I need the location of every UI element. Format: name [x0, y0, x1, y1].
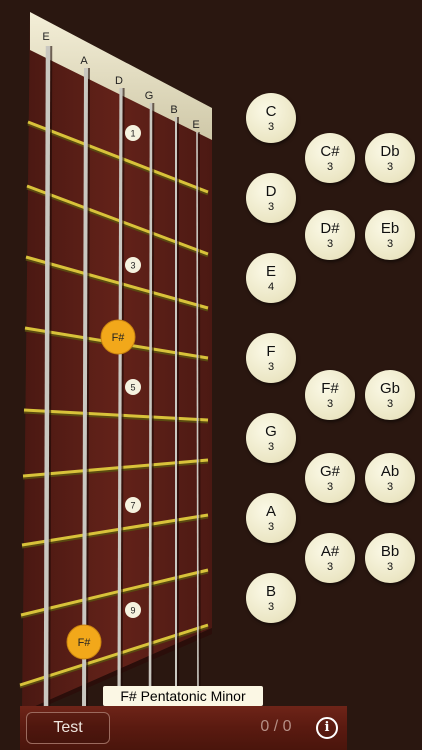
note-button[interactable]: B3 [246, 573, 296, 623]
highlighted-note-label: F# [78, 637, 92, 649]
note-button[interactable]: A# 3 [305, 533, 355, 583]
note-octave: 3 [267, 600, 275, 613]
note-name: G# [319, 462, 340, 480]
note-octave: 3 [326, 560, 334, 573]
note-name: C# [320, 142, 340, 160]
bottom-toolbar: Test 0 / 0 i [20, 706, 347, 750]
note-button[interactable]: Eb 3 [365, 210, 415, 260]
fret-number-label: 9 [130, 606, 135, 616]
string-name-label: B [170, 104, 177, 116]
note-button[interactable]: Gb 3 [365, 370, 415, 420]
note-octave: 3 [386, 397, 394, 410]
info-icon[interactable]: i [316, 717, 338, 739]
note-name: G [265, 422, 277, 440]
note-name: D [265, 182, 277, 200]
string-name-label: D [115, 75, 123, 87]
note-button[interactable]: C3 [246, 93, 296, 143]
note-octave: 3 [386, 237, 394, 250]
scale-label: F# Pentatonic Minor [103, 686, 263, 706]
string-name-label: E [42, 31, 49, 43]
guitar-string[interactable] [117, 87, 123, 713]
note-name: Eb [380, 219, 400, 237]
string-shadow [198, 131, 201, 713]
note-name: Gb [379, 379, 400, 397]
note-button[interactable]: D3 [246, 173, 296, 223]
note-button[interactable]: G3 [246, 413, 296, 463]
guitar-string[interactable] [43, 45, 51, 713]
note-button[interactable]: D# 3 [305, 210, 355, 260]
note-octave: 3 [267, 440, 275, 453]
note-name: C [265, 102, 277, 120]
guitar-string[interactable] [196, 131, 199, 713]
note-name: Db [380, 142, 400, 160]
note-name: Bb [380, 542, 400, 560]
note-button[interactable]: Db 3 [365, 133, 415, 183]
note-name: A# [320, 542, 340, 560]
note-octave: 3 [326, 160, 334, 173]
fret-number-label: 5 [130, 383, 135, 393]
note-octave: 3 [326, 397, 334, 410]
fret-number-label: 1 [130, 129, 135, 139]
string-name-label: E [192, 119, 199, 131]
note-button[interactable]: E4 [246, 253, 296, 303]
fret-number-label: 3 [130, 261, 135, 271]
note-button[interactable]: C# 3 [305, 133, 355, 183]
note-button[interactable]: Ab 3 [365, 453, 415, 503]
note-octave: 3 [267, 360, 275, 373]
string-name-label: G [145, 90, 154, 102]
note-button[interactable]: Bb 3 [365, 533, 415, 583]
note-octave: 4 [267, 280, 275, 293]
note-octave: 3 [267, 120, 275, 133]
note-button[interactable]: F# 3 [305, 370, 355, 420]
score-counter: 0 / 0 [260, 718, 292, 735]
guitar-string[interactable] [82, 67, 88, 713]
test-button[interactable]: Test [26, 712, 110, 744]
note-name: B [265, 582, 276, 600]
note-button[interactable]: A3 [246, 493, 296, 543]
note-octave: 3 [326, 237, 334, 250]
fret-number-label: 7 [130, 501, 135, 511]
note-octave: 3 [267, 520, 275, 533]
note-octave: 3 [386, 160, 394, 173]
note-octave: 3 [386, 480, 394, 493]
note-name: A [265, 502, 276, 520]
note-octave: 3 [267, 200, 275, 213]
guitar-string[interactable] [148, 102, 153, 713]
note-button[interactable]: G# 3 [305, 453, 355, 503]
note-name: D# [320, 219, 340, 237]
note-name: Ab [380, 462, 400, 480]
note-name: F [266, 342, 276, 360]
note-octave: 3 [386, 560, 394, 573]
fretboard[interactable]: E A D G B E 1 3 5 7 9 F# F# [0, 0, 422, 750]
highlighted-note-label: F# [112, 332, 126, 344]
note-octave: 3 [326, 480, 334, 493]
note-name: E [265, 262, 276, 280]
string-name-label: A [80, 55, 88, 67]
note-name: F# [321, 379, 339, 397]
note-button[interactable]: F3 [246, 333, 296, 383]
